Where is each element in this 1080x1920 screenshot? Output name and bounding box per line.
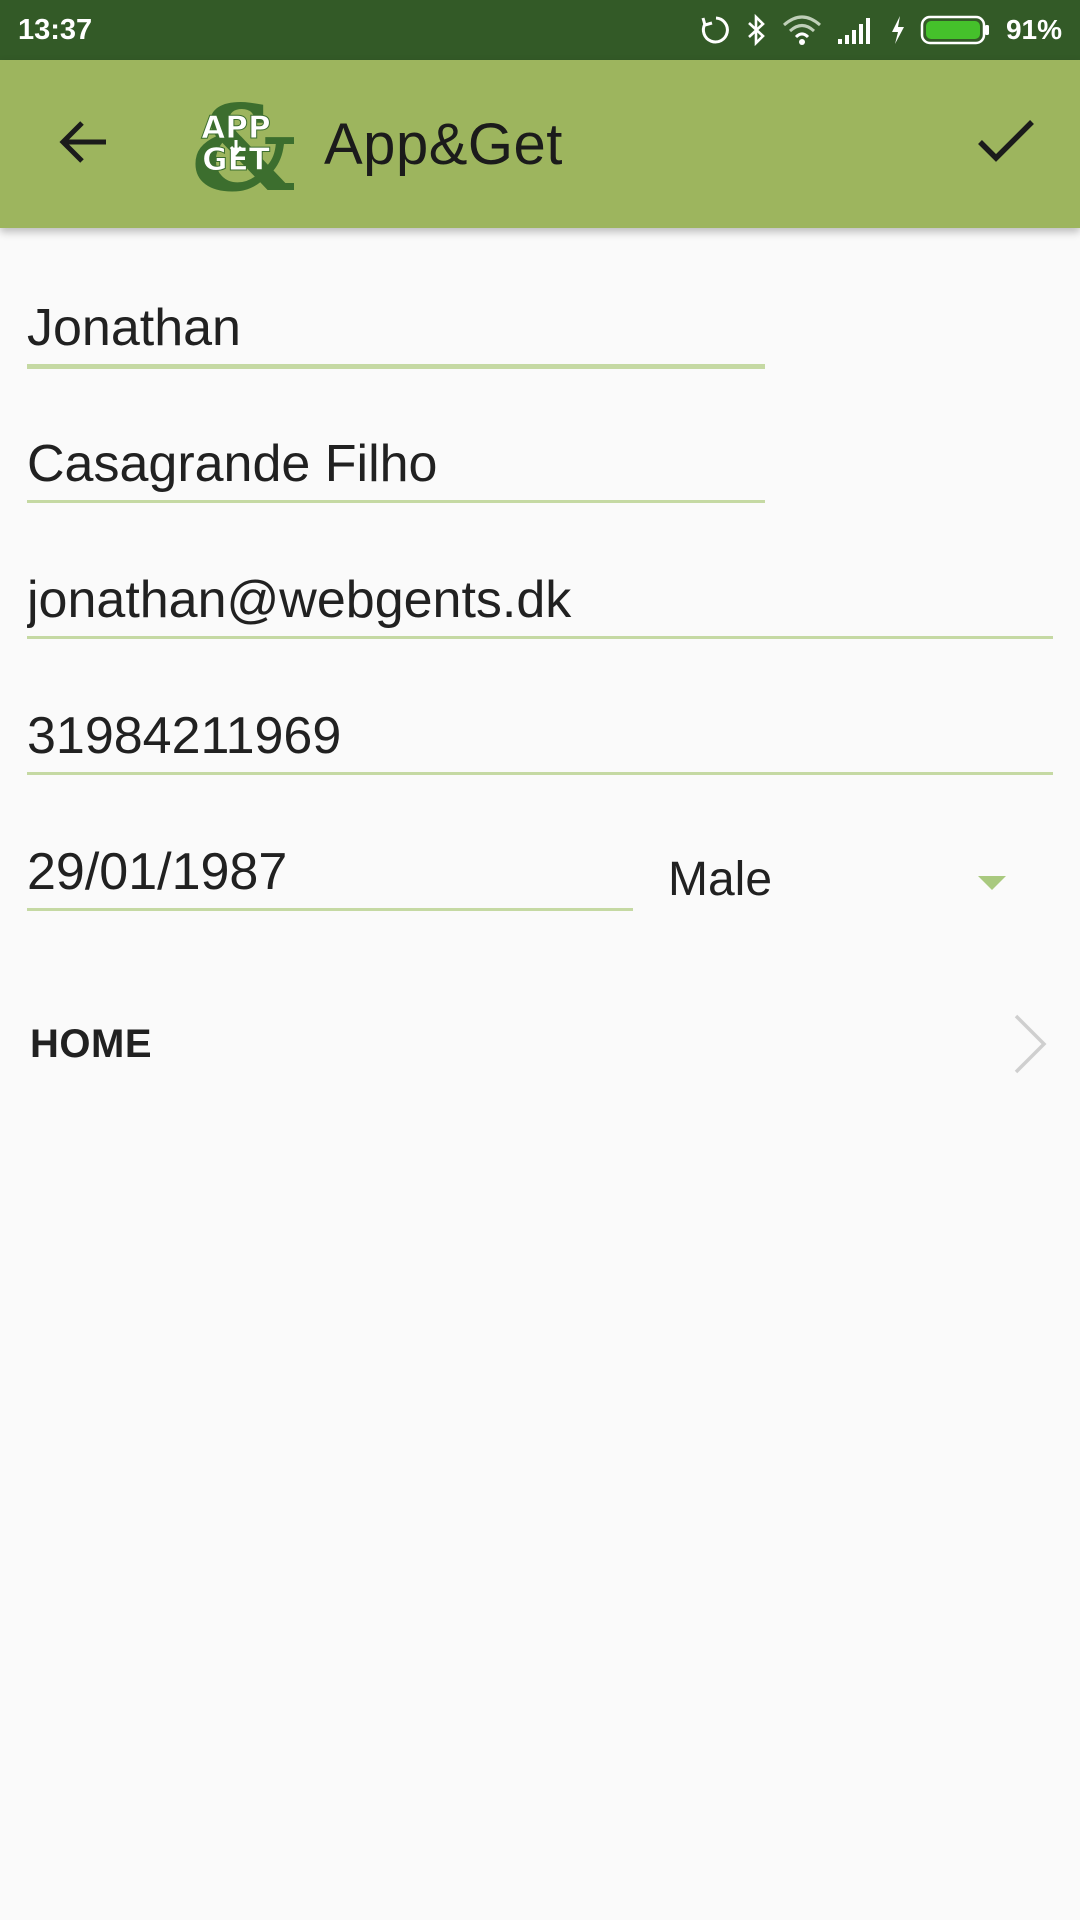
- first-name-field[interactable]: [27, 292, 765, 369]
- app-bar: & APP GET App&Get: [0, 60, 1080, 228]
- phone-field[interactable]: [27, 700, 1053, 775]
- sync-icon: [700, 14, 732, 46]
- status-time: 13:37: [18, 14, 93, 46]
- bluetooth-icon: [746, 14, 768, 46]
- dropdown-caret-icon: [976, 874, 1008, 897]
- wifi-icon: [782, 15, 822, 45]
- arrow-back-icon: [58, 118, 110, 171]
- checkmark-icon: [976, 118, 1036, 171]
- signal-icon: [836, 15, 876, 45]
- gender-value: Male: [668, 853, 773, 906]
- app-logo: & APP GET: [182, 79, 298, 218]
- charging-icon: [890, 15, 906, 45]
- chevron-right-icon: [1010, 1012, 1050, 1081]
- back-button[interactable]: [44, 108, 124, 180]
- confirm-button[interactable]: [958, 104, 1054, 184]
- email-field[interactable]: [27, 564, 1053, 639]
- home-row[interactable]: HOME: [0, 990, 1080, 1100]
- home-label: HOME: [30, 1022, 152, 1066]
- app-title: App&Get: [324, 112, 563, 177]
- birthdate-field[interactable]: [27, 836, 633, 911]
- status-bar: 13:37 91%: [0, 0, 1080, 60]
- battery-icon: [920, 14, 992, 46]
- gender-select[interactable]: Male: [668, 846, 1038, 914]
- status-icons: 91%: [700, 0, 1062, 60]
- battery-percent: 91%: [1005, 14, 1062, 45]
- last-name-field[interactable]: [27, 428, 765, 503]
